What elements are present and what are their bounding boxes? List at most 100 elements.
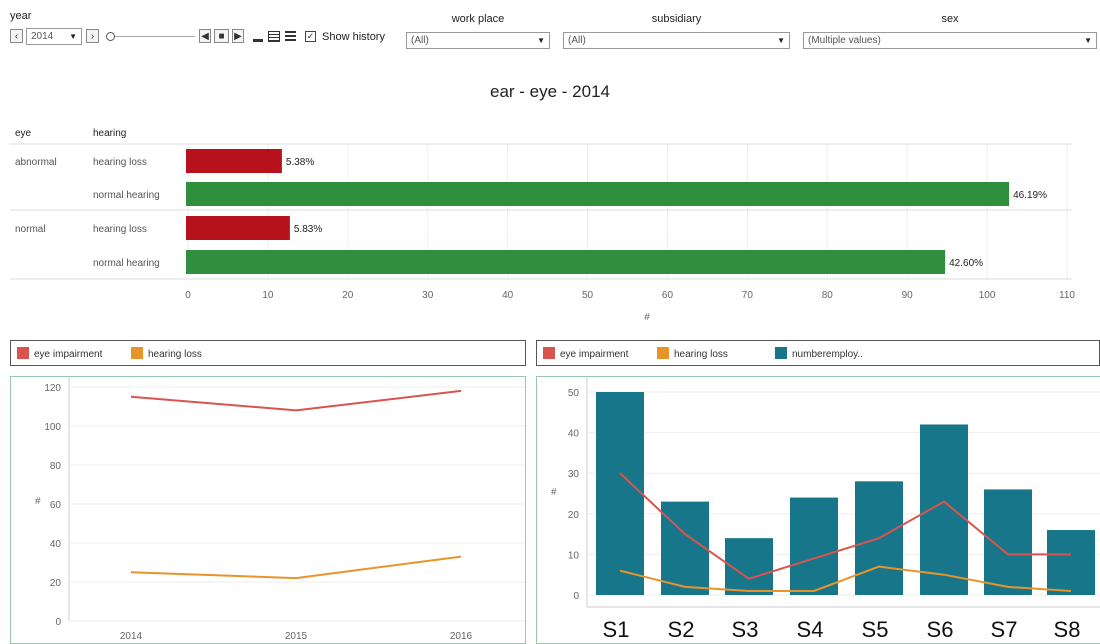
x-tick-label: 2016 — [450, 631, 473, 642]
swatch-icon — [657, 347, 669, 359]
legend-item-numberemployees[interactable]: numberemploy.. — [775, 347, 863, 360]
y-tick-label: 0 — [55, 617, 61, 628]
combo-chart-legend: eye impairment hearing loss numberemploy… — [536, 340, 1100, 366]
y-tick-label: 20 — [50, 578, 62, 589]
y-tick-label: 40 — [50, 539, 62, 550]
line-chart: 0 20 40 60 80 100 120 2014 2015 2016 # — [35, 377, 525, 642]
category-label: S8 — [1054, 617, 1081, 642]
bar — [186, 182, 1010, 206]
stop-icon: ■ — [218, 31, 225, 42]
line-chart-panel: 0 20 40 60 80 100 120 2014 2015 2016 # — [10, 376, 526, 644]
bar-value-label: 42.60% — [949, 258, 983, 269]
year-select-value: 2014 — [31, 31, 54, 42]
speed-slow-icon[interactable] — [253, 39, 263, 42]
chevron-down-icon: ▼ — [777, 36, 785, 45]
x-axis-label: # — [644, 312, 650, 323]
bar — [186, 149, 282, 173]
subsidiary-filter-label: subsidiary — [651, 13, 702, 25]
sex-select-value: (Multiple values) — [808, 35, 881, 46]
legend-label: hearing loss — [674, 349, 728, 360]
legend-label: hearing loss — [148, 349, 202, 360]
swatch-icon — [131, 347, 143, 359]
chart-title: ear - eye - 2014 — [489, 82, 610, 101]
swatch-icon — [543, 347, 555, 359]
y-tick-label: 60 — [50, 500, 62, 511]
bar — [790, 497, 838, 595]
speed-medium-icon[interactable] — [268, 31, 280, 42]
y-axis-label: # — [35, 496, 41, 507]
year-slider-handle[interactable] — [106, 32, 115, 41]
bar-value-label: 5.38% — [286, 157, 314, 168]
year-prev-button[interactable]: ‹ — [10, 29, 23, 43]
ear-eye-bar-chart: abnormal hearing loss normal hearing normal… — [10, 143, 1075, 323]
bar-value-label: 46.19% — [1013, 190, 1047, 201]
x-tick-label: 70 — [742, 290, 754, 301]
legend-label: eye impairment — [34, 349, 103, 360]
legend-item-hearing-loss[interactable]: hearing loss — [657, 347, 728, 360]
x-tick-label: 10 — [262, 290, 274, 301]
category-label: S1 — [603, 617, 630, 642]
row-label-eye: normal — [15, 224, 46, 235]
x-tick-label: 40 — [502, 290, 514, 301]
year-next-button[interactable]: › — [86, 29, 99, 43]
swatch-icon — [17, 347, 29, 359]
x-tick-label: 2014 — [120, 631, 143, 642]
year-select[interactable]: 2014 ▼ — [26, 28, 82, 45]
x-tick-label: 90 — [902, 290, 914, 301]
workplace-select[interactable]: (All) ▼ — [406, 32, 550, 49]
category-label: S7 — [991, 617, 1018, 642]
x-tick-label: 0 — [185, 290, 191, 301]
x-tick-label: 110 — [1059, 290, 1075, 301]
x-tick-label: 100 — [979, 290, 996, 301]
swatch-icon — [775, 347, 787, 359]
play-forward-button[interactable]: ▶ — [232, 29, 244, 43]
play-backward-button[interactable]: ◀ — [199, 29, 211, 43]
speed-fast-icon[interactable] — [285, 31, 296, 42]
chevron-down-icon: ▼ — [1084, 36, 1092, 45]
y-tick-label: 50 — [568, 388, 580, 399]
series-line — [130, 389, 462, 412]
x-tick-label: 80 — [822, 290, 834, 301]
row-label-hearing: normal hearing — [93, 258, 160, 269]
checkmark-icon: ✓ — [306, 31, 315, 41]
subsidiary-select[interactable]: (All) ▼ — [563, 32, 790, 49]
row-label-eye: abnormal — [15, 157, 57, 168]
y-tick-label: 100 — [44, 422, 61, 433]
row-label-hearing: hearing loss — [93, 224, 147, 235]
series-line — [130, 555, 462, 580]
category-label: S4 — [797, 617, 824, 642]
stop-button[interactable]: ■ — [214, 29, 229, 43]
y-axis-label: # — [551, 487, 557, 498]
bar — [186, 250, 946, 274]
x-tick-label: 30 — [422, 290, 434, 301]
chevron-down-icon: ▼ — [537, 36, 545, 45]
y-tick-label: 40 — [568, 429, 580, 440]
legend-label: eye impairment — [560, 349, 629, 360]
column-header-hearing: hearing — [93, 128, 127, 139]
column-header-eye: eye — [15, 128, 32, 139]
legend-item-hearing-loss[interactable]: hearing loss — [131, 347, 202, 360]
bar — [661, 501, 709, 595]
x-tick-label: 20 — [342, 290, 354, 301]
legend-item-eye-impairment[interactable]: eye impairment — [17, 347, 102, 360]
category-label: S6 — [927, 617, 954, 642]
row-label-hearing: hearing loss — [93, 157, 147, 168]
legend-label: numberemploy.. — [792, 349, 863, 360]
year-slider-track[interactable] — [115, 36, 195, 37]
bar-value-label: 5.83% — [294, 224, 322, 235]
subsidiary-select-value: (All) — [568, 35, 586, 46]
bar — [1047, 530, 1095, 595]
workplace-filter-label: work place — [451, 13, 505, 25]
combo-chart-panel: 0 10 20 30 40 50 S1 S2 S3 S4 S5 S6 S7 S8 # — [536, 376, 1100, 644]
bar — [596, 392, 644, 595]
sex-select[interactable]: (Multiple values) ▼ — [803, 32, 1097, 49]
chevron-left-icon: ‹ — [14, 31, 19, 42]
show-history-checkbox[interactable]: ✓ — [305, 31, 316, 42]
row-label-hearing: normal hearing — [93, 190, 160, 201]
legend-item-eye-impairment[interactable]: eye impairment — [543, 347, 628, 360]
line-chart-legend: eye impairment hearing loss — [10, 340, 526, 366]
x-tick-label: 50 — [582, 290, 594, 301]
category-label: S2 — [668, 617, 695, 642]
sex-filter-label: sex — [941, 13, 959, 25]
category-label: S5 — [862, 617, 889, 642]
